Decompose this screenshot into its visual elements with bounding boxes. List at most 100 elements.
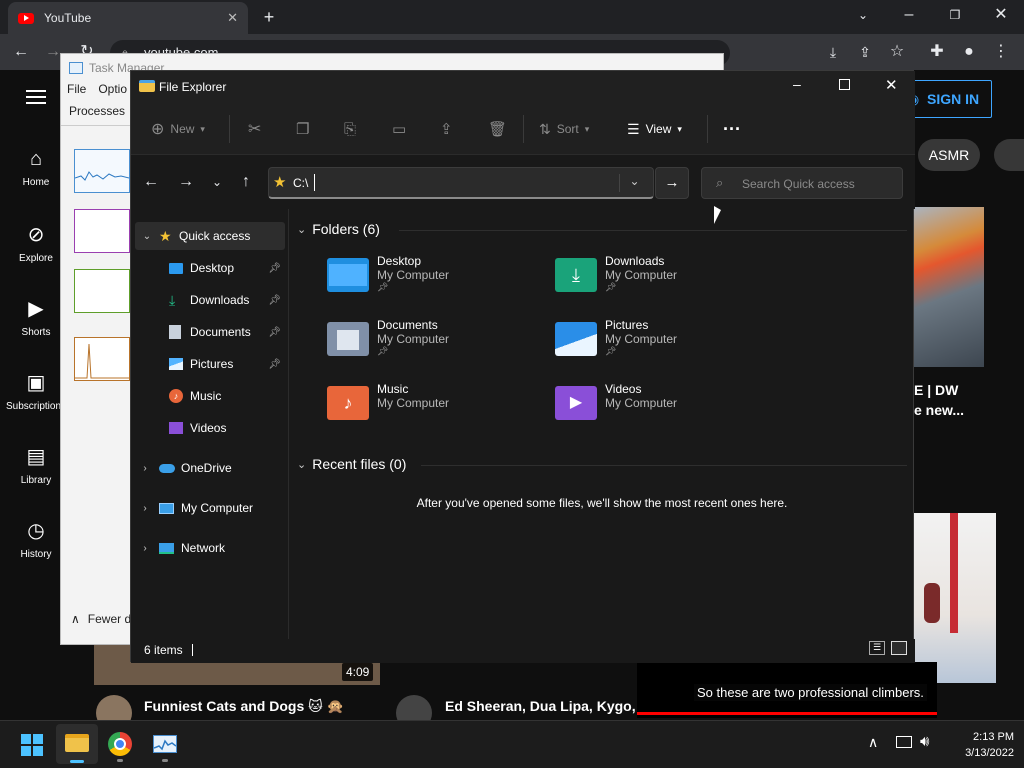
copy-icon[interactable]: ❐ — [296, 103, 309, 155]
restore-icon[interactable]: ❐ — [944, 4, 966, 26]
taskbar-chrome[interactable] — [108, 732, 132, 756]
status-bar: 6 items ☰ — [131, 639, 915, 663]
cpu-graph-line — [74, 171, 130, 181]
forward-arrow-icon[interactable]: → — [175, 171, 197, 193]
disk-graph[interactable] — [74, 269, 130, 313]
video-progress-bar[interactable] — [637, 712, 937, 715]
minimize-icon[interactable]: – — [898, 4, 920, 26]
date: 3/13/2022 — [965, 747, 1014, 759]
nav-network[interactable]: › Network — [131, 534, 287, 562]
nav-videos[interactable]: Videos — [131, 414, 287, 442]
nav-desktop[interactable]: Desktop 📌︎ — [131, 254, 287, 282]
nav-quick-access[interactable]: ⌄ ★ Quick access — [135, 222, 285, 250]
folder-pictures[interactable]: Pictures My Computer 📌︎ — [555, 318, 677, 357]
network-graph[interactable] — [74, 337, 130, 381]
network-icon — [159, 542, 174, 554]
memory-graph[interactable] — [74, 209, 130, 253]
chip-partial[interactable] — [994, 139, 1024, 171]
recent-empty-message: After you've opened some files, we'll sh… — [416, 496, 788, 510]
folder-desktop[interactable]: Desktop My Computer 📌︎ — [327, 254, 449, 293]
folder-videos[interactable]: ▶ Videos My Computer — [555, 382, 677, 420]
sort-button[interactable]: ⇅ Sort ▾ — [539, 103, 589, 155]
nav-pictures[interactable]: Pictures 📌︎ — [131, 350, 287, 378]
status-divider — [192, 644, 193, 656]
pin-icon: 📌︎ — [377, 282, 389, 292]
folders-section-header[interactable]: ⌄ Folders (6) — [297, 221, 380, 237]
clock[interactable]: 2:13 PM 3/13/2022 — [944, 729, 1014, 761]
close-window-icon[interactable]: ✕ — [990, 4, 1012, 26]
view-button[interactable]: ☰ View ▾ — [627, 103, 682, 155]
nav-documents[interactable]: Documents 📌︎ — [131, 318, 287, 346]
display-icon[interactable] — [896, 736, 912, 748]
nav-music[interactable]: ♪ Music — [131, 382, 287, 410]
share-icon[interactable]: ⇪ — [854, 41, 876, 63]
address-input[interactable]: ★ C:\ ⌄ — [268, 167, 654, 199]
start-windows-icon[interactable] — [21, 734, 43, 756]
chevron-up-icon[interactable]: ∧ — [868, 734, 878, 751]
folder-icon — [139, 80, 155, 92]
video-thumbnail-fire[interactable] — [914, 207, 984, 367]
maximize-icon[interactable] — [839, 79, 850, 90]
chrome-tab-youtube[interactable]: YouTube ✕ — [8, 2, 248, 34]
taskbar-indicator — [162, 759, 168, 762]
divider — [523, 115, 524, 143]
back-arrow-icon[interactable]: ← — [140, 171, 162, 193]
volume-icon[interactable]: 🔊︎ — [920, 733, 929, 750]
taskbar-file-explorer[interactable] — [56, 724, 98, 764]
video-thumbnail-climbing[interactable] — [914, 513, 996, 683]
extensions-icon[interactable]: ✚ — [926, 41, 948, 63]
plus-icon[interactable]: + — [258, 6, 280, 28]
pin-icon: 📌︎ — [605, 346, 617, 356]
download-icon: ⤓ — [169, 291, 176, 308]
details-view-icon[interactable]: ☰ — [869, 641, 885, 655]
nav-my-computer[interactable]: › My Computer — [131, 494, 287, 522]
close-icon[interactable]: ✕ — [885, 76, 898, 94]
documents-folder-icon — [327, 322, 369, 356]
fewer-details-button[interactable]: ∧ Fewer d — [71, 612, 131, 626]
music-icon: ♪ — [169, 389, 183, 403]
install-icon[interactable]: ⤓ — [822, 41, 844, 63]
nav-onedrive[interactable]: › OneDrive — [131, 454, 287, 482]
nav-downloads[interactable]: ⤓ Downloads 📌︎ — [131, 286, 287, 314]
cpu-graph[interactable] — [74, 149, 130, 193]
taskbar-task-manager[interactable] — [153, 735, 177, 753]
folder-music[interactable]: ♪ Music My Computer — [327, 382, 449, 420]
star-icon[interactable]: ☆ — [886, 41, 908, 63]
chevron-down-icon: ▾ — [200, 123, 205, 134]
divider — [229, 115, 230, 143]
close-tab-icon[interactable]: ✕ — [227, 10, 238, 26]
chevron-down-icon[interactable]: ⌄ — [852, 4, 874, 26]
divider — [707, 115, 708, 143]
cut-icon[interactable]: ✂ — [248, 103, 261, 155]
chevron-down-icon: ▾ — [584, 123, 590, 134]
new-button[interactable]: ⊕ New ▾ — [151, 103, 205, 155]
folder-documents[interactable]: Documents My Computer 📌︎ — [327, 318, 449, 357]
video-title-music[interactable]: Ed Sheeran, Dua Lipa, Kygo, Av — [445, 698, 637, 714]
folder-downloads[interactable]: ⤓ Downloads My Computer 📌︎ — [555, 254, 677, 293]
menu-dots-icon[interactable]: ⋮ — [990, 41, 1012, 63]
address-dropdown-icon[interactable]: ⌄ — [619, 174, 649, 192]
back-arrow-icon[interactable]: ← — [10, 41, 32, 63]
document-icon — [169, 325, 181, 339]
recent-files-section-header[interactable]: ⌄ Recent files (0) — [297, 456, 406, 472]
hamburger-icon[interactable] — [26, 90, 46, 104]
menu-file[interactable]: File — [67, 82, 86, 104]
delete-icon[interactable]: 🗑︎ — [488, 103, 507, 155]
pictures-folder-icon — [555, 322, 597, 356]
recent-locations-icon[interactable]: ⌄ — [206, 171, 228, 193]
up-arrow-icon[interactable]: ↑ — [235, 171, 257, 193]
search-input[interactable]: ⌕ Search Quick access — [701, 167, 903, 199]
more-options-icon[interactable]: ··· — [723, 103, 741, 155]
chip-asmr[interactable]: ASMR — [918, 139, 980, 171]
paste-icon[interactable]: ⎘ — [344, 103, 356, 155]
menu-options[interactable]: Optio — [98, 82, 127, 104]
profile-icon[interactable]: ● — [958, 41, 980, 63]
go-button[interactable]: → — [655, 167, 689, 199]
task-manager-icon — [69, 62, 83, 74]
video-title-cats[interactable]: Funniest Cats and Dogs 🐱 🙊 — [144, 698, 344, 715]
tiles-view-icon[interactable] — [891, 641, 907, 655]
share-icon[interactable]: ⇪ — [440, 103, 453, 155]
rename-icon[interactable]: ▭ — [392, 103, 406, 155]
minimize-icon[interactable]: – — [793, 76, 801, 92]
video-title-right[interactable]: E | DW e new... — [914, 380, 964, 420]
